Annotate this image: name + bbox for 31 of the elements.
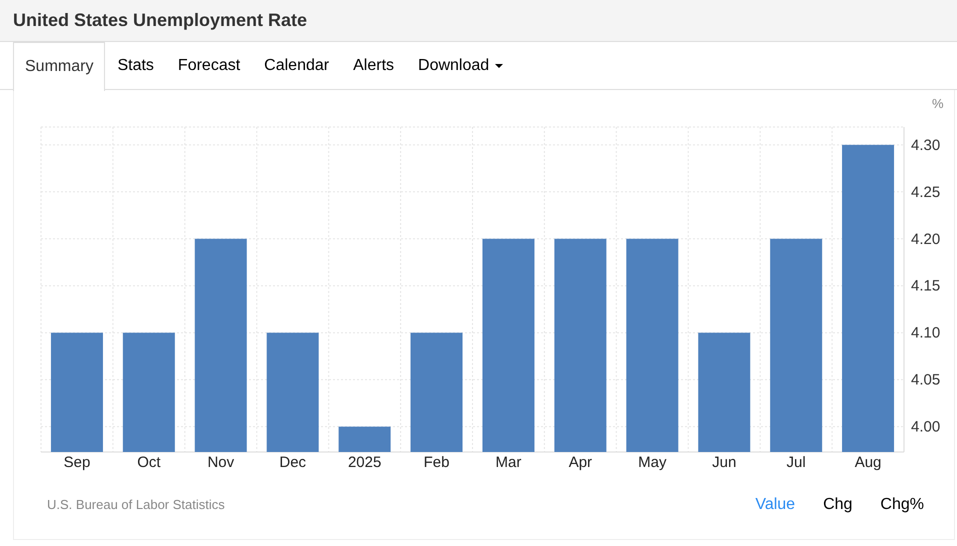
y-axis-label: 4.05 [911,372,940,389]
tab[interactable]: Download [406,42,516,90]
x-axis-label: Jun [712,454,736,471]
y-axis-label: 4.15 [911,278,940,295]
x-axis-label: Jul [786,454,806,471]
view-toggle[interactable]: Chg% [880,493,924,517]
unit-label: % [932,96,944,111]
y-axis-label: 4.00 [911,418,940,436]
x-axis-label: May [638,454,666,471]
x-axis-label: Mar [496,454,522,471]
x-axis-label: Oct [137,454,161,471]
x-axis-label: Nov [207,454,234,471]
x-axis-label: 2025 [348,454,382,471]
tab[interactable]: Summary [13,42,106,91]
tab[interactable]: Alerts [341,42,406,90]
y-axis-label: 4.10 [911,324,940,342]
tab[interactable]: Stats [105,42,166,90]
source-note: U.S. Bureau of Labor Statistics [47,496,225,514]
page-title: United States Unemployment Rate [13,9,308,32]
x-axis-label: Feb [424,454,450,471]
x-axis-label: Aug [854,454,882,471]
view-toggle[interactable]: Chg [823,493,852,517]
x-axis-label: Dec [279,454,306,471]
y-axis-label: 4.25 [911,184,940,201]
y-axis-label: 4.20 [911,230,940,248]
tab[interactable]: Calendar [252,42,342,90]
x-axis-label: Apr [568,454,592,471]
y-axis-label: 4.30 [911,136,940,154]
x-axis-label: Sep [64,454,90,471]
bar [338,426,391,452]
tab[interactable]: Forecast [166,42,252,90]
